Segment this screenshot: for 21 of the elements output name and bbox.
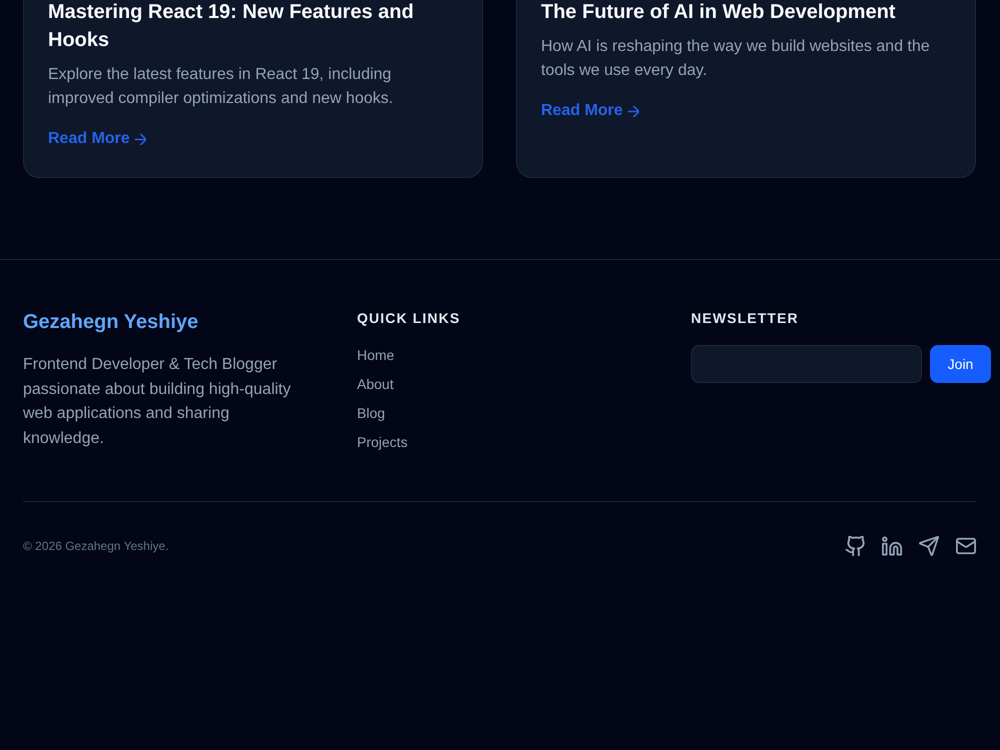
footer-link[interactable]: Home	[357, 347, 394, 363]
footer-link[interactable]: Projects	[357, 434, 408, 450]
arrow-right-icon	[134, 134, 146, 144]
post-excerpt: How AI is reshaping the way we build websites and the tools we use every day.	[541, 37, 931, 81]
footer-link[interactable]: Blog	[357, 405, 386, 421]
linkedin-icon[interactable]	[882, 536, 902, 556]
newsletter-heading: NEWSLETTER	[691, 309, 800, 328]
quick-links-heading: QUICK LINKS	[357, 309, 462, 328]
copyright-text: © 2026 Gezahegn Yeshiye.	[23, 538, 169, 555]
send-icon[interactable]	[919, 536, 939, 556]
arrow-right-icon	[628, 106, 639, 116]
bio-text: Frontend Developer & Tech Blogger passionate about building high-quality web applications and sharing knowledge.	[23, 355, 292, 448]
footer-link[interactable]: About	[357, 376, 394, 392]
post-title: The Future of AI in Web Development	[541, 0, 896, 25]
join-button[interactable]: Join	[930, 345, 991, 383]
email-input-field[interactable]	[691, 345, 922, 383]
post-excerpt: Explore the latest features in React 19, including improved compiler optimizations and new hooks.	[48, 65, 394, 109]
brand-name: Gezahegn Yeshiye	[23, 310, 200, 335]
mail-icon[interactable]	[956, 536, 976, 556]
post-title: Mastering React 19: New Features and Hooks	[48, 0, 415, 53]
github-icon[interactable]	[845, 536, 865, 556]
